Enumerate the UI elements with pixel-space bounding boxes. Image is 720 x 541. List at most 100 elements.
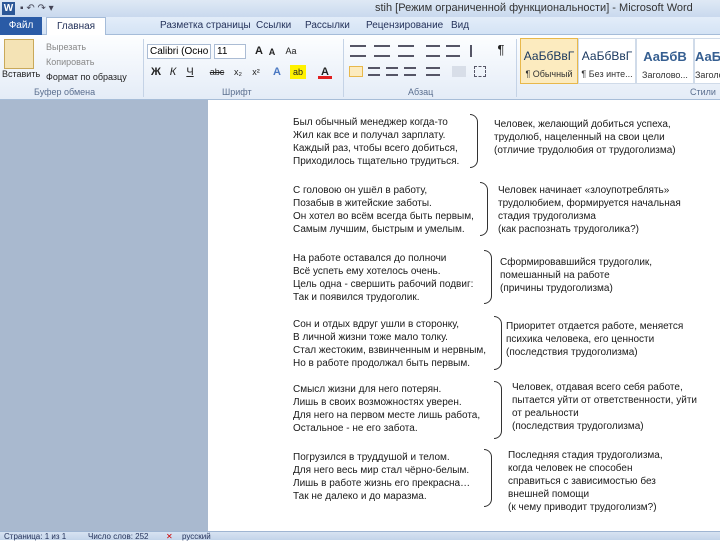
annotation-2: Человек начинает «злоупотреблять» трудол… xyxy=(498,184,681,236)
underline-button[interactable]: Ч xyxy=(183,65,197,79)
align-right-icon[interactable] xyxy=(386,67,398,76)
brace-4 xyxy=(494,316,502,370)
style-sample: АаБбВвГ xyxy=(523,49,575,63)
annotation-line: когда человек не способен xyxy=(508,463,633,474)
brace-1 xyxy=(470,114,478,168)
poem-line: Погрузился в труддушой и телом. xyxy=(293,452,450,463)
group-divider xyxy=(143,39,144,97)
poem-line: Для него весь мир стал чёрно-белым. xyxy=(293,465,470,476)
poem-line: Так не далеко и до маразма. xyxy=(293,491,427,502)
text-effects-button[interactable]: A xyxy=(270,65,284,79)
poem-line: Приходилось тщательно трудиться. xyxy=(293,156,460,167)
tab-home[interactable]: Главная xyxy=(46,17,107,36)
bold-button[interactable]: Ж xyxy=(149,65,163,79)
tab-references[interactable]: Ссылки xyxy=(256,17,291,35)
poem-stanza-5: Смысл жизни для него потерян. Лишь в сво… xyxy=(293,383,480,435)
annotation-line: психика человека, его ценности xyxy=(506,334,655,345)
cut-button[interactable]: Вырезать xyxy=(46,42,86,52)
window-title: stih [Режим ограниченной функциональност… xyxy=(375,2,693,14)
poem-line: Но в работе продолжал быть первым. xyxy=(293,358,471,369)
superscript-button[interactable]: x² xyxy=(248,65,264,79)
poem-line: Он хотел во всём всегда быть первым, xyxy=(293,211,474,222)
poem-stanza-1: Был обычный менеджер когда-то Жил как вс… xyxy=(293,116,459,168)
poem-line: Лишь в работе жизнь его прекрасна… xyxy=(293,478,471,489)
paste-icon[interactable] xyxy=(4,39,34,69)
poem-line: Самым лучшим, быстрым и умелым. xyxy=(293,224,465,235)
tab-review[interactable]: Рецензирование xyxy=(366,17,443,35)
style-sample: АаБбВ xyxy=(695,49,720,64)
align-center-icon[interactable] xyxy=(368,67,380,76)
style-heading-1[interactable]: АаБбВ Заголово... xyxy=(636,38,694,84)
document-page[interactable]: Был обычный менеджер когда-то Жил как вс… xyxy=(208,100,720,531)
poem-line: Остальное - не его забота. xyxy=(293,423,418,434)
bullets-icon[interactable] xyxy=(350,45,366,57)
annotation-line: Человек, желающий добиться успеха, xyxy=(494,119,671,130)
tab-view[interactable]: Вид xyxy=(451,17,469,35)
strikethrough-button[interactable]: abc xyxy=(206,65,228,79)
style-no-spacing[interactable]: АаБбВвГ ¶ Без инте... xyxy=(578,38,636,84)
style-heading-2[interactable]: АаБбВ Заголово... xyxy=(694,38,720,84)
line-spacing-icon[interactable] xyxy=(426,67,440,76)
copy-button[interactable]: Копировать xyxy=(46,57,94,67)
annotation-line: от реальности xyxy=(512,408,579,419)
poem-line: Жил как все и получал зарплату. xyxy=(293,130,446,141)
decrease-indent-icon[interactable] xyxy=(426,45,440,57)
annotation-4: Приоритет отдается работе, меняется псих… xyxy=(506,320,683,359)
shrink-font-button[interactable]: A xyxy=(266,45,278,59)
highlight-button[interactable]: ab xyxy=(290,65,306,79)
brace-6 xyxy=(484,449,492,507)
brace-2 xyxy=(480,182,488,236)
sort-icon[interactable] xyxy=(470,45,482,57)
poem-line: Сон и отдых вдруг ушли в сторонку, xyxy=(293,319,460,330)
quick-access-toolbar[interactable]: ▪ ↶ ↷ ▾ xyxy=(20,3,54,14)
style-name: ¶ Без инте... xyxy=(581,69,633,79)
word-logo-icon: W xyxy=(2,2,15,15)
multilevel-list-icon[interactable] xyxy=(398,45,414,57)
increase-indent-icon[interactable] xyxy=(446,45,460,57)
font-name-field[interactable]: Calibri (Осно xyxy=(147,44,211,59)
poem-line: Каждый раз, чтобы всего добиться, xyxy=(293,143,458,154)
poem-line: На работе оставался до полночи xyxy=(293,253,447,264)
title-bar: W ▪ ↶ ↷ ▾ stih [Режим ограниченной функц… xyxy=(0,0,720,17)
numbering-icon[interactable] xyxy=(374,45,390,57)
paste-button[interactable]: Вставить xyxy=(2,69,40,79)
subscript-button[interactable]: x₂ xyxy=(230,65,246,79)
style-name: Заголово... xyxy=(695,70,720,80)
italic-button[interactable]: К xyxy=(166,65,180,79)
group-divider xyxy=(516,39,517,97)
borders-icon[interactable] xyxy=(474,66,486,77)
tab-mailings[interactable]: Рассылки xyxy=(305,17,350,35)
annotation-line: Сформировавшийся трудоголик, xyxy=(500,257,653,268)
poem-stanza-6: Погрузился в труддушой и телом. Для него… xyxy=(293,451,470,503)
style-normal[interactable]: АаБбВвГ ¶ Обычный xyxy=(520,38,578,84)
grow-font-button[interactable]: A xyxy=(252,44,266,58)
style-sample: АаБбВвГ xyxy=(581,49,633,63)
font-size-field[interactable]: 11 xyxy=(214,44,246,59)
format-painter-button[interactable]: Формат по образцу xyxy=(46,72,127,82)
annotation-line: (к чему приводит трудоголизм?) xyxy=(508,502,657,513)
shading-icon[interactable] xyxy=(452,66,466,77)
font-color-button[interactable]: A xyxy=(318,65,332,79)
poem-stanza-2: С головою он ушёл в работу, Позабыв в жи… xyxy=(293,184,474,236)
justify-icon[interactable] xyxy=(404,67,416,76)
tab-file[interactable]: Файл xyxy=(0,17,42,35)
annotation-line: (причины трудоголизма) xyxy=(500,283,613,294)
ribbon-tabs: Файл Главная Разметка страницы Ссылки Ра… xyxy=(0,17,720,36)
annotation-1: Человек, желающий добиться успеха, трудо… xyxy=(494,118,676,157)
style-name: ¶ Обычный xyxy=(525,69,573,79)
show-marks-button[interactable]: ¶ xyxy=(494,43,508,57)
annotation-line: помешанный на работе xyxy=(500,270,610,281)
annotation-line: (как распознать трудоголика?) xyxy=(498,224,639,235)
poem-line: С головою он ушёл в работу, xyxy=(293,185,428,196)
poem-line: В личной жизни тоже мало толку. xyxy=(293,332,448,343)
poem-stanza-3: На работе оставался до полночи Всё успет… xyxy=(293,252,473,304)
annotation-line: (отличие трудолюбия от трудоголизма) xyxy=(494,145,676,156)
annotation-line: справиться с зависимостью без xyxy=(508,476,656,487)
annotation-line: трудолюб, нацеленный на свои цели xyxy=(494,132,665,143)
annotation-line: Человек начинает «злоупотреблять» xyxy=(498,185,670,196)
poem-line: Позабыв в житейские заботы. xyxy=(293,198,432,209)
tab-page-layout[interactable]: Разметка страницы xyxy=(160,17,251,35)
align-left-icon[interactable] xyxy=(349,66,363,77)
change-case-button[interactable]: Aa xyxy=(282,44,300,58)
annotation-line: пытается уйти от ответственности, уйти xyxy=(512,395,697,406)
